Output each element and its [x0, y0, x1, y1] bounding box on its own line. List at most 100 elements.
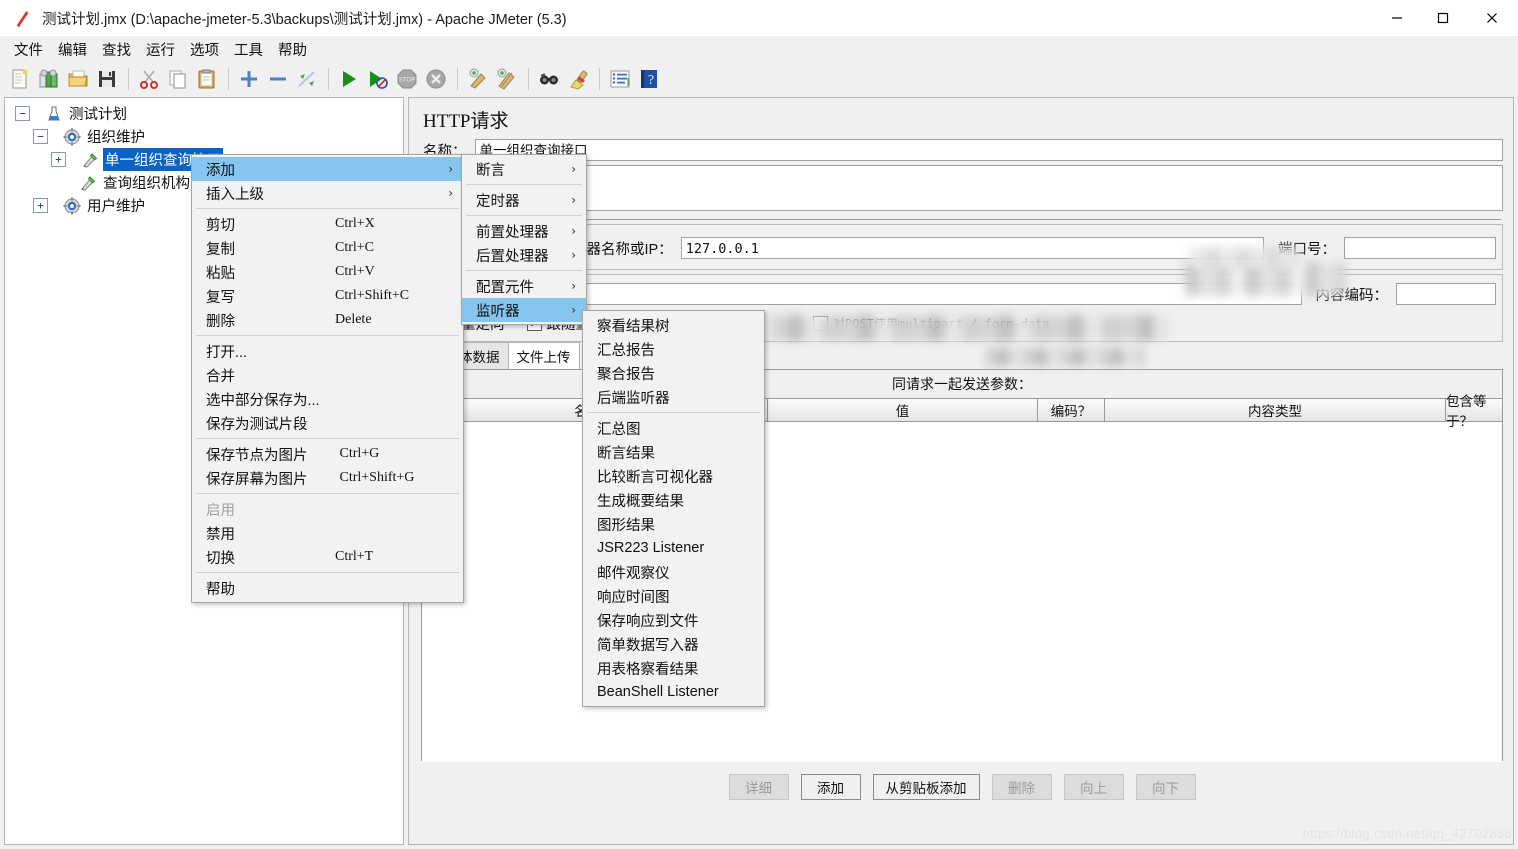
th-value[interactable]: 值: [768, 399, 1038, 421]
listener-simple-data-writer[interactable]: 简单数据写入器: [583, 632, 764, 656]
cut-icon[interactable]: [135, 65, 163, 93]
ctx-save-selection-as[interactable]: 选中部分保存为...: [192, 387, 463, 411]
listener-beanshell[interactable]: BeanShell Listener: [583, 680, 764, 704]
ctx-save-screen-as-image[interactable]: 保存屏幕为图片 Ctrl+Shift+G: [192, 466, 463, 490]
ctx-open[interactable]: 打开...: [192, 339, 463, 363]
copy-icon[interactable]: [164, 65, 192, 93]
ctx-duplicate[interactable]: 复写 Ctrl+Shift+C: [192, 284, 463, 308]
menu-file[interactable]: 文件: [8, 36, 49, 63]
port-label: 端口号：: [1278, 238, 1336, 259]
ctx-remove[interactable]: 删除 Delete: [192, 308, 463, 332]
ctx-paste[interactable]: 粘贴 Ctrl+V: [192, 260, 463, 284]
minimize-button[interactable]: [1374, 0, 1420, 36]
submenu-config-elements[interactable]: 配置元件 ›: [462, 274, 586, 298]
close-button[interactable]: [1466, 0, 1518, 36]
toggle-icon[interactable]: [293, 65, 321, 93]
ctx-help[interactable]: 帮助: [192, 576, 463, 600]
listener-aggregate-report[interactable]: 聚合报告: [583, 361, 764, 385]
shutdown-icon[interactable]: [422, 65, 450, 93]
ctx-add[interactable]: 添加 ›: [192, 157, 463, 181]
start-icon[interactable]: [335, 65, 363, 93]
submenu-pre-processors[interactable]: 前置处理器 ›: [462, 219, 586, 243]
clear-icon[interactable]: [464, 65, 492, 93]
collapse-all-icon[interactable]: [264, 65, 292, 93]
menu-run[interactable]: 运行: [140, 36, 181, 63]
listener-backend-listener[interactable]: 后端监听器: [583, 385, 764, 409]
paste-icon[interactable]: [193, 65, 221, 93]
listener-mailer-visualizer[interactable]: 邮件观察仪: [583, 560, 764, 584]
submenu-timers[interactable]: 定时器 ›: [462, 188, 586, 212]
stop-icon[interactable]: STOP: [393, 65, 421, 93]
tree-node-org-maintenance[interactable]: − 组织维护: [11, 125, 403, 148]
submenu-listeners[interactable]: 监听器 ›: [462, 298, 586, 322]
expander-icon[interactable]: −: [15, 106, 30, 121]
menu-separator: [196, 438, 459, 439]
tree-context-menu[interactable]: 添加 › 插入上级 › 剪切 Ctrl+X 复制 Ctrl+C 粘贴 Ctrl+…: [191, 154, 464, 603]
clear-all-icon[interactable]: [493, 65, 521, 93]
tree-node-test-plan[interactable]: − 测试计划: [11, 102, 403, 125]
new-icon[interactable]: [6, 65, 34, 93]
listener-assertion-results[interactable]: 断言结果: [583, 440, 764, 464]
expand-all-icon[interactable]: [235, 65, 263, 93]
menu-tools[interactable]: 工具: [228, 36, 269, 63]
menu-edit[interactable]: 编辑: [52, 36, 93, 63]
listener-submenu[interactable]: 察看结果树 汇总报告 聚合报告 后端监听器 汇总图 断言结果 比较断言可视化器 …: [582, 310, 765, 707]
add-button[interactable]: 添加: [801, 774, 861, 800]
templates-icon[interactable]: [35, 65, 63, 93]
menu-search[interactable]: 查找: [96, 36, 137, 63]
ctx-save-node-as-image[interactable]: 保存节点为图片 Ctrl+G: [192, 442, 463, 466]
ctx-enable[interactable]: 启用: [192, 497, 463, 521]
server-input[interactable]: 127.0.0.1: [681, 237, 1264, 259]
listener-comparison-assertion-visualizer[interactable]: 比较断言可视化器: [583, 464, 764, 488]
search-icon[interactable]: [535, 65, 563, 93]
add-submenu[interactable]: 断言 › 定时器 › 前置处理器 › 后置处理器 › 配置元件 › 监听器 ›: [461, 154, 587, 325]
port-input[interactable]: [1344, 237, 1496, 259]
help-icon[interactable]: ?: [635, 65, 663, 93]
move-down-button[interactable]: 向下: [1136, 774, 1196, 800]
ctx-insert-parent[interactable]: 插入上级 ›: [192, 181, 463, 205]
name-input[interactable]: 单一组织查询接口: [475, 139, 1504, 161]
start-no-pauses-icon[interactable]: [364, 65, 392, 93]
listener-summary-report[interactable]: 汇总报告: [583, 337, 764, 361]
add-from-clipboard-button[interactable]: 从剪贴板添加: [873, 774, 980, 800]
save-icon[interactable]: [93, 65, 121, 93]
listener-aggregate-graph[interactable]: 汇总图: [583, 416, 764, 440]
listener-generate-summary-results[interactable]: 生成概要结果: [583, 488, 764, 512]
ctx-cut[interactable]: 剪切 Ctrl+X: [192, 212, 463, 236]
comment-input[interactable]: [475, 165, 1504, 211]
submenu-post-processors[interactable]: 后置处理器 ›: [462, 243, 586, 267]
listener-jsr223[interactable]: JSR223 Listener: [583, 536, 764, 560]
function-helper-icon[interactable]: [606, 65, 634, 93]
ctx-disable[interactable]: 禁用: [192, 521, 463, 545]
listener-view-results-in-table[interactable]: 用表格察看结果: [583, 656, 764, 680]
ctx-save-as-test-fragment[interactable]: 保存为测试片段: [192, 411, 463, 435]
tab-file-upload[interactable]: 文件上传: [508, 342, 580, 369]
listener-save-responses-to-file[interactable]: 保存响应到文件: [583, 608, 764, 632]
open-icon[interactable]: [64, 65, 92, 93]
th-include-equals[interactable]: 包含等于？: [1446, 399, 1502, 421]
listener-response-time-graph[interactable]: 响应时间图: [583, 584, 764, 608]
ctx-merge[interactable]: 合并: [192, 363, 463, 387]
expander-icon[interactable]: −: [33, 129, 48, 144]
th-encode[interactable]: 编码？: [1038, 399, 1105, 421]
menu-separator: [196, 208, 459, 209]
listener-graph-results[interactable]: 图形结果: [583, 512, 764, 536]
ctx-toggle[interactable]: 切换 Ctrl+T: [192, 545, 463, 569]
submenu-assertions[interactable]: 断言 ›: [462, 157, 586, 181]
maximize-button[interactable]: [1420, 0, 1466, 36]
content-encoding-input[interactable]: [1396, 283, 1496, 305]
listener-view-results-tree[interactable]: 察看结果树: [583, 313, 764, 337]
expander-icon[interactable]: +: [51, 152, 66, 167]
move-up-button[interactable]: 向上: [1064, 774, 1124, 800]
reset-search-icon[interactable]: [564, 65, 592, 93]
menu-options[interactable]: 选项: [184, 36, 225, 63]
detail-button[interactable]: 详细: [729, 774, 789, 800]
expander-placeholder: [51, 176, 64, 189]
ctx-copy[interactable]: 复制 Ctrl+C: [192, 236, 463, 260]
multipart-checkbox[interactable]: [813, 316, 828, 331]
expander-icon[interactable]: +: [33, 198, 48, 213]
menu-help[interactable]: 帮助: [272, 36, 313, 63]
toolbar-separator: [457, 68, 458, 90]
delete-button[interactable]: 删除: [992, 774, 1052, 800]
th-content-type[interactable]: 内容类型: [1105, 399, 1446, 421]
